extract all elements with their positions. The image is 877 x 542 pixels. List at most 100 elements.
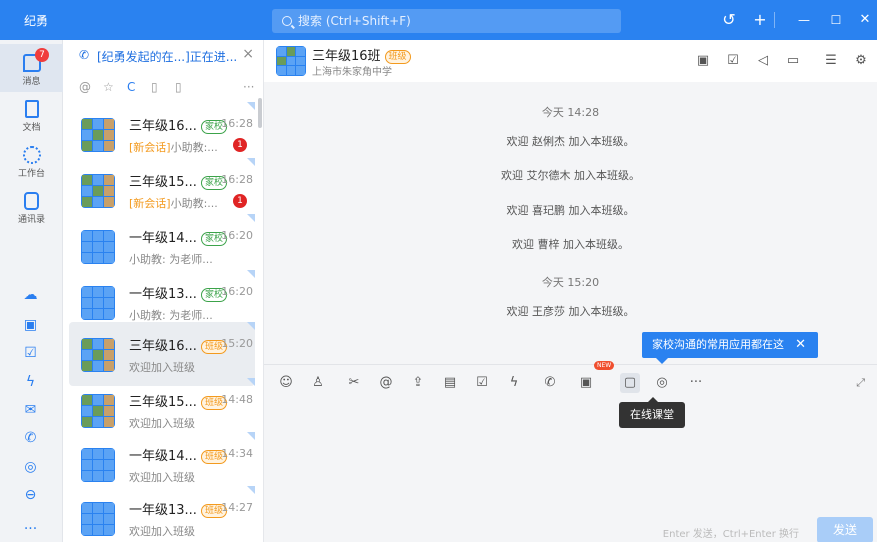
- item-time: 14:27: [221, 501, 253, 514]
- add-icon[interactable]: +: [748, 8, 772, 32]
- send-button[interactable]: 发送: [817, 517, 873, 542]
- lightning-icon[interactable]: ϟ: [504, 373, 524, 393]
- group-avatar: [276, 46, 306, 76]
- close-icon[interactable]: ×: [242, 46, 254, 62]
- close-icon[interactable]: ✕: [795, 332, 806, 358]
- list-item-selected[interactable]: 三年级16... 班级 15:20 欢迎加入班级: [69, 322, 255, 386]
- new-badge: NEW: [594, 361, 615, 370]
- cloud-icon[interactable]: ☁: [22, 287, 39, 304]
- item-preview: 欢迎加入班级: [129, 361, 195, 374]
- group-avatar: [81, 286, 115, 320]
- announcement-icon[interactable]: ◁: [754, 52, 772, 70]
- time-separator: 今天 14:28: [541, 106, 600, 119]
- item-time: 16:20: [221, 285, 253, 298]
- unread-badge: 1: [233, 194, 247, 208]
- phone-icon[interactable]: ✆: [22, 430, 39, 447]
- nav-item-contacts[interactable]: 通讯录: [0, 192, 63, 225]
- mention-icon[interactable]: @: [376, 373, 396, 393]
- mention-filter-icon[interactable]: @: [79, 80, 91, 94]
- chat-subtitle: 上海市朱家角中学: [312, 67, 392, 78]
- calendar-icon[interactable]: ▣: [22, 317, 39, 334]
- document-icon: [24, 100, 39, 118]
- corner-mark: [247, 486, 255, 494]
- search-history-icon[interactable]: ☰: [822, 52, 840, 70]
- item-time: 16:28: [221, 173, 253, 186]
- conversation-list: ✆ [纪勇发起的在...]正在进... × @ ☆ C ▯ ▯ ··· 三年级1…: [63, 40, 264, 542]
- group-avatar: [81, 448, 115, 482]
- unread-filter-icon[interactable]: C: [127, 80, 135, 94]
- folder-icon[interactable]: ▭: [784, 52, 802, 70]
- system-message: 欢迎 赵俐杰 加入本班级。: [506, 135, 635, 148]
- star-filter-icon[interactable]: ☆: [103, 80, 114, 94]
- more-icon[interactable]: ···: [686, 373, 706, 393]
- item-title: 一年级14... 班级: [129, 445, 227, 464]
- meeting-icon[interactable]: ◎: [22, 459, 39, 476]
- item-time: 14:48: [221, 393, 253, 406]
- search-icon: [282, 16, 292, 26]
- list-item[interactable]: 三年级16... 家校 16:28 [新会话]小助教:... 1: [69, 102, 255, 166]
- task-check-icon[interactable]: ☑: [22, 345, 39, 362]
- list-item[interactable]: 一年级13... 班级 14:27 欢迎加入班级: [69, 486, 255, 542]
- live-class-icon[interactable]: ▣: [694, 52, 712, 70]
- scissors-icon[interactable]: ✂: [344, 373, 364, 393]
- history-icon[interactable]: ↺: [717, 8, 741, 32]
- mail-icon[interactable]: ✉: [22, 402, 39, 419]
- upload-file-icon[interactable]: ⇪: [408, 373, 428, 393]
- sidebar-nav: 7 消息 文档 工作台 通讯录 ☁ ▣ ☑ ϟ ✉ ✆ ◎ ⊖ ···: [0, 40, 63, 542]
- live-session-text: [纪勇发起的在...]正在进...: [97, 50, 238, 64]
- maximize-button[interactable]: ☐: [824, 8, 848, 32]
- item-title: 一年级13... 班级: [129, 499, 227, 518]
- task-check-icon[interactable]: ☑: [724, 52, 742, 70]
- more-filter-icon[interactable]: ···: [243, 80, 254, 94]
- nav-label-messages: 消息: [22, 77, 41, 87]
- unread-badge: 1: [233, 138, 247, 152]
- more-icon[interactable]: ···: [22, 521, 39, 538]
- school-icon[interactable]: ◎: [652, 373, 672, 393]
- lightning-icon[interactable]: ϟ: [22, 374, 39, 391]
- file-filter-icon[interactable]: ▯: [175, 80, 182, 94]
- group-avatar: [81, 502, 115, 536]
- item-preview: 欢迎加入班级: [129, 417, 195, 430]
- chat-title: 三年级16班 班级: [312, 45, 411, 64]
- contacts-icon: [24, 192, 39, 210]
- live-session-bar[interactable]: ✆ [纪勇发起的在...]正在进... ×: [63, 40, 263, 74]
- corner-mark: [247, 378, 255, 386]
- group-avatar: [81, 338, 115, 372]
- nav-item-docs[interactable]: 文档: [0, 100, 63, 133]
- thumbs-up-icon[interactable]: ♙: [308, 373, 328, 393]
- list-scrollbar[interactable]: [258, 98, 262, 128]
- disk-icon[interactable]: ⊖: [22, 487, 39, 504]
- list-item[interactable]: 三年级15... 家校 16:28 [新会话]小助教:... 1: [69, 158, 255, 222]
- live-class-icon[interactable]: ▣: [576, 373, 596, 393]
- doc-filter-icon[interactable]: ▯: [151, 80, 158, 94]
- phone-icon[interactable]: ✆: [540, 373, 560, 393]
- item-time: 15:20: [221, 337, 253, 350]
- chat-title-tag: 班级: [384, 50, 411, 64]
- system-message: 欢迎 曹梓 加入本班级。: [512, 238, 629, 251]
- tooltip: 在线课堂: [619, 397, 685, 428]
- emoji-icon[interactable]: ☺: [276, 373, 296, 393]
- nav-item-workbench[interactable]: 工作台: [0, 146, 63, 179]
- expand-icon[interactable]: ⤢: [856, 376, 865, 390]
- chat-header: 三年级16班 班级 上海市朱家角中学 ▣ ☑ ◁ ▭ ☰ ⚙: [264, 40, 877, 82]
- list-item[interactable]: 一年级14... 家校 16:20 小助教: 为老师...: [69, 214, 255, 278]
- search-placeholder: 搜索 (Ctrl+Shift+F): [298, 14, 411, 28]
- corner-mark: [247, 432, 255, 440]
- settings-gear-icon[interactable]: ⚙: [852, 52, 870, 70]
- search-input[interactable]: 搜索 (Ctrl+Shift+F): [272, 9, 621, 33]
- item-preview: 小助教: 为老师...: [129, 253, 213, 266]
- group-avatar: [81, 174, 115, 208]
- item-title: 一年级14... 家校: [129, 227, 227, 246]
- item-preview: [新会话]小助教:...: [129, 141, 218, 154]
- close-button[interactable]: ✕: [853, 8, 877, 32]
- task-check-icon[interactable]: ☑: [472, 373, 492, 393]
- minimize-button[interactable]: —: [792, 8, 816, 32]
- notice-icon[interactable]: ▤: [440, 373, 460, 393]
- online-classroom-icon[interactable]: ▢: [620, 373, 640, 393]
- system-message: 欢迎 王彦莎 加入本班级。: [506, 305, 635, 318]
- nav-item-messages[interactable]: 7 消息: [0, 44, 63, 92]
- group-avatar: [81, 394, 115, 428]
- time-separator: 今天 15:20: [541, 276, 600, 289]
- apps-grid-icon: [22, 146, 41, 164]
- nav-label-docs: 文档: [22, 123, 41, 133]
